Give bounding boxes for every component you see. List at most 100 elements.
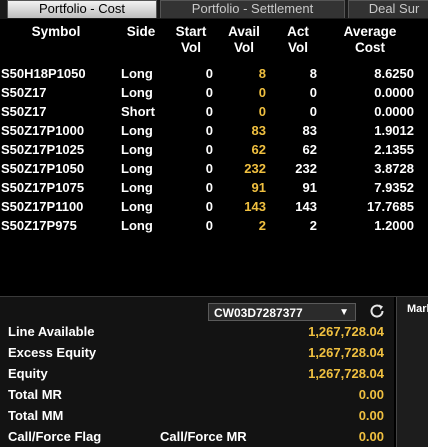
cell-act-vol: 0 (309, 85, 317, 100)
chevron-down-icon: ▼ (339, 307, 349, 318)
account-select[interactable]: CW03D7287377 ▼ (208, 303, 356, 321)
table-row[interactable]: S50Z17P1025 Long 0 62 62 2.1355 (0, 140, 428, 159)
cell-symbol: S50Z17P1025 (1, 142, 85, 157)
col-symbol[interactable]: Symbol (0, 24, 112, 40)
total-mm-row: Total MM 0.00 (0, 405, 394, 426)
total-mm-value: 0.00 (358, 408, 384, 423)
cell-average-cost: 0.0000 (374, 104, 414, 119)
col-start-vol-line1: Start (175, 24, 207, 39)
cell-average-cost: 8.6250 (374, 66, 414, 81)
cell-avail-vol: 2 (258, 218, 266, 233)
cell-side: Long (121, 123, 153, 138)
cell-symbol: S50Z17P975 (1, 218, 77, 233)
col-start-vol-line2: Vol (181, 40, 201, 55)
line-available-row: Line Available 1,267,728.04 (0, 321, 394, 342)
cell-avail-vol: 62 (251, 142, 266, 157)
refresh-icon[interactable] (368, 302, 386, 320)
cell-act-vol: 0 (309, 104, 317, 119)
table-row[interactable]: S50Z17 Long 0 0 0 0.0000 (0, 83, 428, 102)
equity-row: Equity 1,267,728.04 (0, 363, 394, 384)
cell-act-vol: 232 (295, 161, 317, 176)
col-act-vol-line2: Vol (288, 40, 308, 55)
col-avail-vol[interactable]: Avail Vol (222, 24, 266, 56)
cell-avail-vol: 143 (244, 199, 266, 214)
call-force-mr-label: Call/Force MR (160, 429, 247, 444)
cell-average-cost: 17.7685 (367, 199, 414, 214)
cell-avail-vol: 232 (244, 161, 266, 176)
col-avail-vol-line1: Avail (228, 24, 260, 39)
call-force-mr-value: 0.00 (358, 429, 384, 444)
col-average-cost[interactable]: Average Cost (330, 24, 410, 56)
cell-side: Long (121, 199, 153, 214)
cell-avail-vol: 0 (258, 85, 266, 100)
cell-start-vol: 0 (205, 199, 213, 214)
cell-side: Long (121, 66, 153, 81)
cell-act-vol: 8 (309, 66, 317, 81)
cell-symbol: S50H18P1050 (1, 66, 86, 81)
cell-start-vol: 0 (205, 66, 213, 81)
table-row[interactable]: S50Z17P1050 Long 0 232 232 3.8728 (0, 159, 428, 178)
right-panel: Mark (396, 297, 428, 447)
line-available-value: 1,267,728.04 (308, 324, 384, 339)
col-start-vol[interactable]: Start Vol (168, 24, 214, 56)
total-mr-value: 0.00 (358, 387, 384, 402)
cell-start-vol: 0 (205, 142, 213, 157)
cell-symbol: S50Z17P1100 (1, 199, 84, 214)
cell-start-vol: 0 (205, 104, 213, 119)
cell-symbol: S50Z17 (1, 104, 47, 119)
cell-start-vol: 0 (205, 85, 213, 100)
cell-side: Long (121, 180, 153, 195)
positions-table: S50H18P1050 Long 0 8 8 8.6250 S50Z17 Lon… (0, 64, 428, 235)
table-row[interactable]: S50Z17P1000 Long 0 83 83 1.9012 (0, 121, 428, 140)
cell-symbol: S50Z17 (1, 85, 47, 100)
cell-side: Long (121, 85, 153, 100)
cell-act-vol: 2 (309, 218, 317, 233)
cell-average-cost: 0.0000 (374, 85, 414, 100)
col-average-cost-line1: Average (343, 24, 397, 39)
col-side[interactable]: Side (121, 24, 161, 40)
tab-portfolio-cost[interactable]: Portfolio - Cost (7, 0, 157, 18)
col-act-vol[interactable]: Act Vol (278, 24, 318, 56)
table-row[interactable]: S50Z17 Short 0 0 0 0.0000 (0, 102, 428, 121)
cell-start-vol: 0 (205, 218, 213, 233)
tab-bar: Portfolio - Cost Portfolio - Settlement … (0, 0, 428, 19)
total-mm-label: Total MM (8, 408, 64, 423)
call-force-row: Call/Force Flag Call/Force MR 0.00 (0, 426, 394, 447)
cell-act-vol: 143 (295, 199, 317, 214)
cell-average-cost: 7.9352 (374, 180, 414, 195)
table-row[interactable]: S50Z17P975 Long 0 2 2 1.2000 (0, 216, 428, 235)
total-mr-label: Total MR (8, 387, 62, 402)
cell-act-vol: 91 (302, 180, 317, 195)
cell-symbol: S50Z17P1000 (1, 123, 85, 138)
table-row[interactable]: S50H18P1050 Long 0 8 8 8.6250 (0, 64, 428, 83)
cell-average-cost: 2.1355 (374, 142, 414, 157)
cell-act-vol: 83 (302, 123, 317, 138)
cell-avail-vol: 91 (251, 180, 266, 195)
account-select-value: CW03D7287377 (214, 306, 303, 320)
call-force-flag-label: Call/Force Flag (8, 429, 102, 444)
cell-side: Long (121, 142, 153, 157)
total-mr-row: Total MR 0.00 (0, 384, 394, 405)
cell-average-cost: 1.2000 (374, 218, 414, 233)
cell-avail-vol: 83 (251, 123, 266, 138)
right-panel-label: Mark (407, 303, 428, 315)
excess-equity-row: Excess Equity 1,267,728.04 (0, 342, 394, 363)
tab-deal-summary[interactable]: Deal Sur (348, 0, 428, 18)
cell-start-vol: 0 (205, 123, 213, 138)
cell-avail-vol: 0 (258, 104, 266, 119)
col-average-cost-line2: Cost (355, 40, 385, 55)
excess-equity-value: 1,267,728.04 (308, 345, 384, 360)
cell-average-cost: 1.9012 (374, 123, 414, 138)
table-row[interactable]: S50Z17P1075 Long 0 91 91 7.9352 (0, 178, 428, 197)
cell-side: Short (121, 104, 155, 119)
tab-portfolio-settlement[interactable]: Portfolio - Settlement (160, 0, 345, 18)
cell-start-vol: 0 (205, 161, 213, 176)
cell-side: Long (121, 161, 153, 176)
equity-value: 1,267,728.04 (308, 366, 384, 381)
cell-avail-vol: 8 (258, 66, 266, 81)
cell-side: Long (121, 218, 153, 233)
table-row[interactable]: S50Z17P1100 Long 0 143 143 17.7685 (0, 197, 428, 216)
cell-symbol: S50Z17P1075 (1, 180, 85, 195)
table-header: Symbol Side Start Vol Avail Vol Act Vol … (0, 24, 428, 60)
cell-start-vol: 0 (205, 180, 213, 195)
